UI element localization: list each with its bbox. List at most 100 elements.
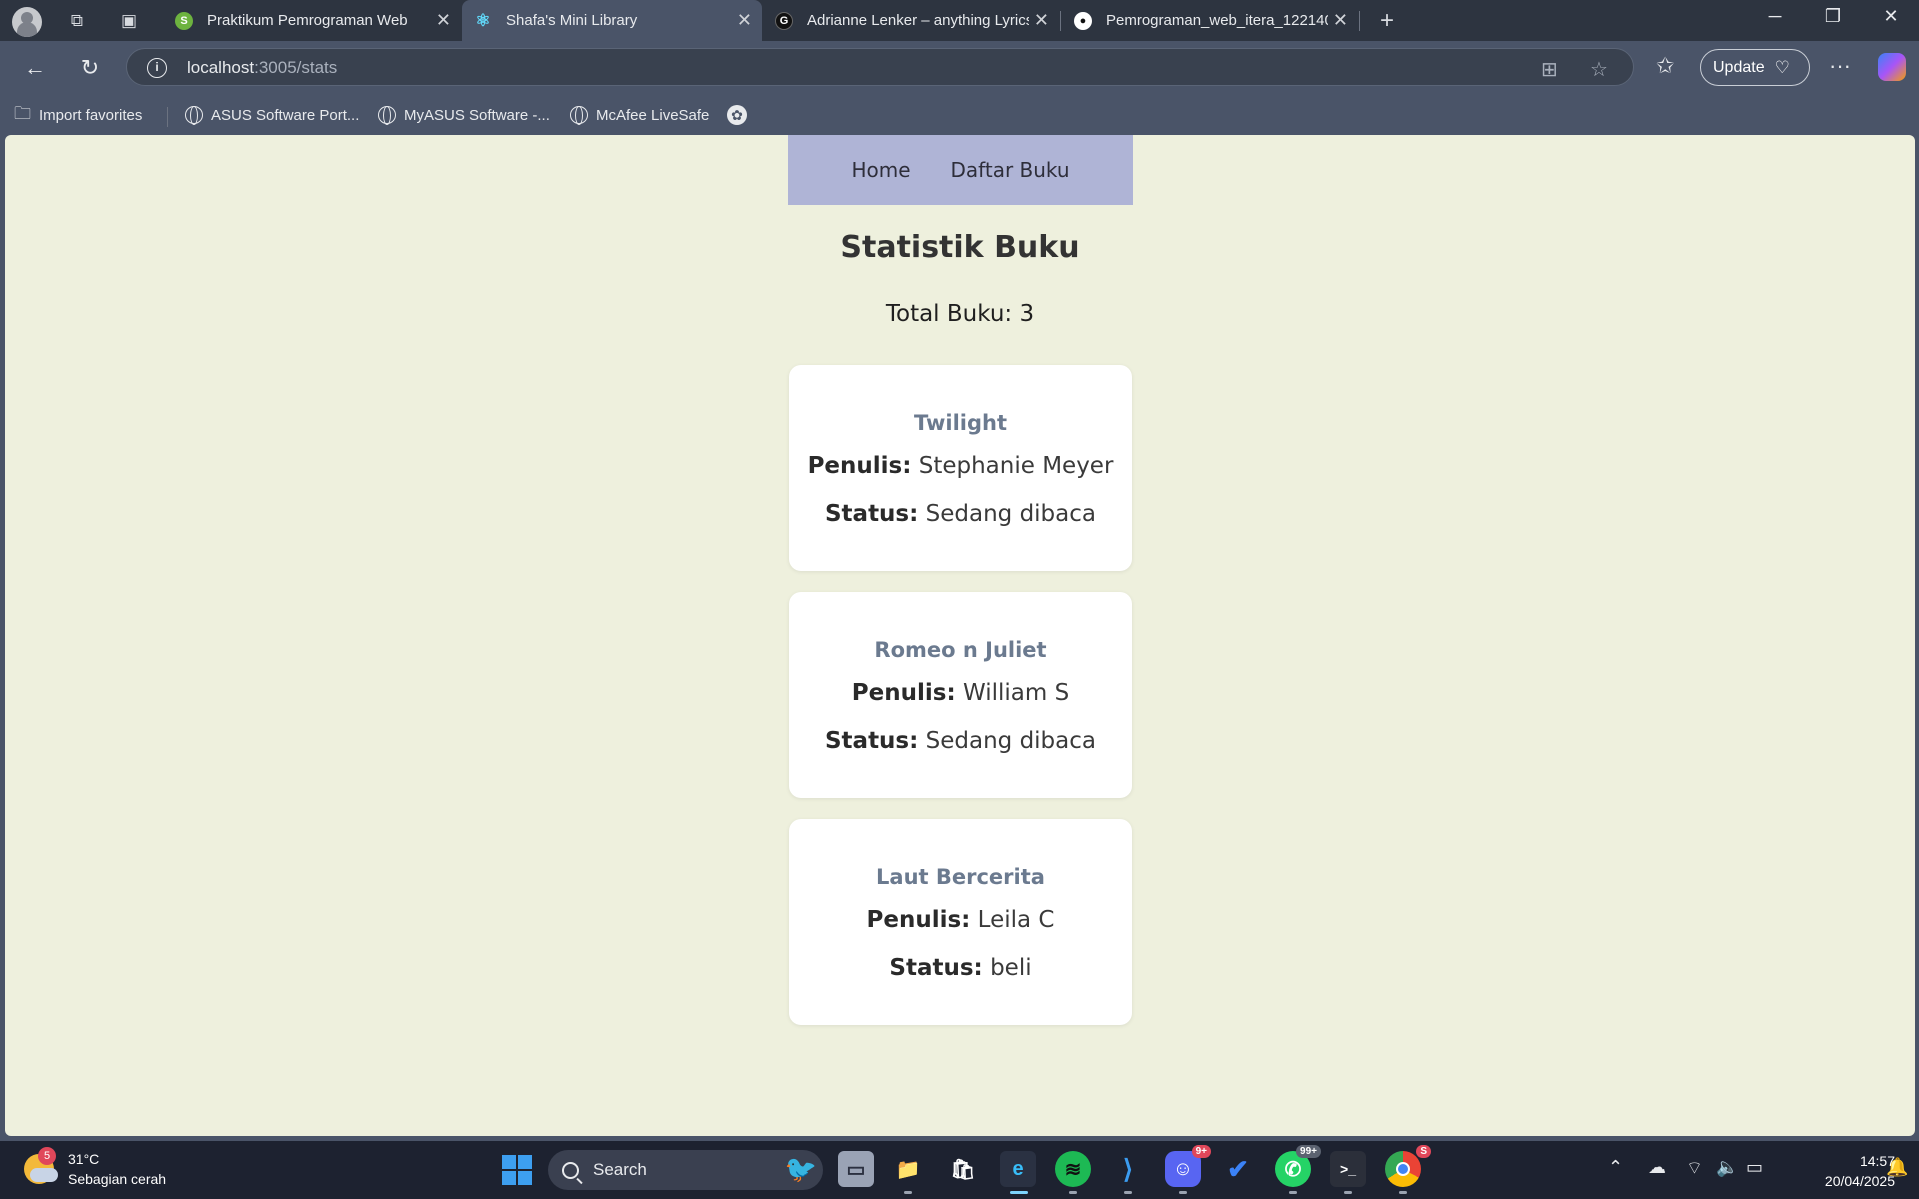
- tab-github[interactable]: ● Pemrograman_web_itera_122140 ✕: [1062, 0, 1358, 41]
- bookmark-mcafee[interactable]: McAfee LiveSafe: [570, 103, 709, 127]
- temperature: 31°C: [68, 1151, 100, 1167]
- total-books: Total Buku: 3: [885, 301, 1035, 327]
- workspaces-icon[interactable]: ⧉: [66, 10, 88, 32]
- back-icon[interactable]: ←: [21, 54, 49, 82]
- battery-icon[interactable]: ▭: [1746, 1157, 1763, 1178]
- bookmark-openai[interactable]: ✿: [727, 103, 747, 127]
- search-label: Search: [593, 1160, 647, 1179]
- status-value: Sedang dibaca: [925, 501, 1096, 527]
- nav-home-link[interactable]: Home: [851, 158, 910, 182]
- bookmark-asus[interactable]: ASUS Software Port...: [185, 103, 359, 127]
- status-label: Status:: [889, 955, 983, 981]
- status-value: beli: [990, 955, 1032, 981]
- close-tab-icon[interactable]: ✕: [436, 10, 451, 31]
- vertical-tabs-icon[interactable]: ▣: [118, 10, 140, 32]
- bookmark-label: McAfee LiveSafe: [596, 106, 710, 124]
- bookmark-label: MyASUS Software -...: [404, 106, 550, 124]
- spring-icon: S: [175, 11, 193, 30]
- status-label: Status:: [824, 728, 919, 754]
- notification-bell-icon[interactable]: 🔔: [1886, 1157, 1908, 1178]
- chrome-center: [1396, 1162, 1410, 1176]
- book-status: Status: Sedang dibaca: [789, 728, 1132, 754]
- search-icon: [562, 1161, 579, 1179]
- app-available-icon[interactable]: ⊞: [1541, 57, 1558, 82]
- author-value: Leila C: [977, 907, 1055, 933]
- microsoft-store-icon[interactable]: 🛍: [945, 1151, 981, 1187]
- author-value: William S: [962, 680, 1070, 706]
- chrome-profile-badge: S: [1416, 1145, 1431, 1158]
- copilot-icon[interactable]: [1878, 53, 1906, 81]
- globe-icon: [378, 106, 396, 125]
- discord-icon[interactable]: ☺ 9+: [1165, 1145, 1211, 1187]
- vscode-icon[interactable]: ⟩: [1110, 1151, 1146, 1187]
- running-indicator: [904, 1191, 912, 1194]
- wifi-icon[interactable]: ⌔: [1686, 1157, 1703, 1180]
- book-title: Romeo n Juliet: [874, 638, 1047, 662]
- tab-title: Pemrograman_web_itera_122140: [1106, 12, 1328, 29]
- author-label: Penulis:: [866, 907, 971, 933]
- volume-icon[interactable]: 🔈: [1716, 1157, 1738, 1178]
- openai-icon: ✿: [727, 105, 747, 125]
- book-status: Status: beli: [789, 955, 1132, 981]
- more-menu-icon[interactable]: ···: [1829, 53, 1851, 79]
- taskbar-search[interactable]: Search 🐦: [548, 1150, 823, 1190]
- discord-badge: 9+: [1191, 1145, 1211, 1158]
- github-icon: ●: [1074, 11, 1092, 30]
- restore-icon[interactable]: ❐: [1818, 6, 1848, 27]
- file-explorer-icon[interactable]: 📁: [890, 1151, 926, 1187]
- running-indicator: [1344, 1191, 1352, 1194]
- terminal-icon[interactable]: >_: [1330, 1151, 1366, 1187]
- windows-logo-pane: [518, 1171, 532, 1185]
- nav-books-link[interactable]: Daftar Buku: [951, 158, 1070, 182]
- author-label: Penulis:: [807, 453, 912, 479]
- onedrive-icon[interactable]: ☁: [1648, 1157, 1666, 1178]
- folder-import-icon: 🗀: [14, 103, 31, 123]
- start-button[interactable]: [502, 1155, 532, 1185]
- chrome-icon[interactable]: S: [1385, 1145, 1431, 1187]
- status-label: Status:: [824, 501, 919, 527]
- minimize-icon[interactable]: ─: [1760, 6, 1790, 27]
- task-view-icon[interactable]: ▭: [838, 1151, 874, 1187]
- close-tab-icon[interactable]: ✕: [1034, 10, 1049, 31]
- weather-badge: 5: [38, 1147, 56, 1165]
- reload-icon[interactable]: ↻: [76, 54, 104, 82]
- tab-separator: [1359, 11, 1360, 31]
- tab-praktikum[interactable]: S Praktikum Pemrograman Web ✕: [163, 0, 461, 41]
- favorite-star-icon[interactable]: ☆: [1590, 57, 1608, 82]
- book-status: Status: Sedang dibaca: [789, 501, 1132, 527]
- site-info-icon[interactable]: i: [147, 58, 167, 78]
- system-clock[interactable]: 14:57 20/04/2025: [1785, 1151, 1895, 1191]
- whatsapp-icon[interactable]: ✆ 99+: [1275, 1145, 1321, 1187]
- clock-time: 14:57: [1859, 1153, 1895, 1169]
- author-value: Stephanie Meyer: [918, 453, 1114, 479]
- update-button[interactable]: Update ♡: [1700, 49, 1810, 86]
- status-value: Sedang dibaca: [925, 728, 1096, 754]
- tab-lyrics[interactable]: G Adrianne Lenker – anything Lyrics ✕: [763, 0, 1059, 41]
- spotify-icon[interactable]: ≋: [1055, 1151, 1091, 1187]
- close-tab-icon[interactable]: ✕: [1333, 10, 1348, 31]
- favorites-icon[interactable]: ✩: [1656, 53, 1674, 79]
- book-card: Romeo n Juliet Penulis: William S Status…: [789, 592, 1132, 798]
- close-tab-icon[interactable]: ✕: [737, 10, 752, 31]
- address-bar[interactable]: i localhost:3005/stats ⊞ ☆: [126, 48, 1634, 86]
- book-card: Laut Bercerita Penulis: Leila C Status: …: [789, 819, 1132, 1025]
- page-viewport: Home Daftar Buku Statistik Buku Total Bu…: [5, 135, 1915, 1136]
- todo-icon[interactable]: ✔: [1220, 1151, 1256, 1187]
- url-text[interactable]: localhost:3005/stats: [187, 58, 337, 78]
- book-card: Twilight Penulis: Stephanie Meyer Status…: [789, 365, 1132, 571]
- bookmark-import-favorites[interactable]: 🗀 Import favorites: [14, 103, 142, 127]
- profile-avatar[interactable]: [12, 7, 42, 37]
- show-hidden-icons[interactable]: ⌃: [1608, 1157, 1623, 1178]
- weather-widget[interactable]: 5 31°C Sebagian cerah: [24, 1147, 166, 1189]
- url-path: :3005/stats: [254, 58, 338, 77]
- running-indicator: [1124, 1191, 1132, 1194]
- book-author: Penulis: Stephanie Meyer: [789, 453, 1132, 479]
- edge-icon[interactable]: e: [1000, 1151, 1036, 1187]
- tab-mini-library[interactable]: ⚛ Shafa's Mini Library ✕: [462, 0, 762, 41]
- search-highlight-icon: 🐦: [784, 1154, 817, 1184]
- bookmark-separator: [167, 107, 168, 127]
- bookmark-myasus[interactable]: MyASUS Software -...: [378, 103, 550, 127]
- new-tab-icon[interactable]: +: [1376, 9, 1398, 33]
- close-window-icon[interactable]: ✕: [1876, 6, 1906, 27]
- running-indicator: [1399, 1191, 1407, 1194]
